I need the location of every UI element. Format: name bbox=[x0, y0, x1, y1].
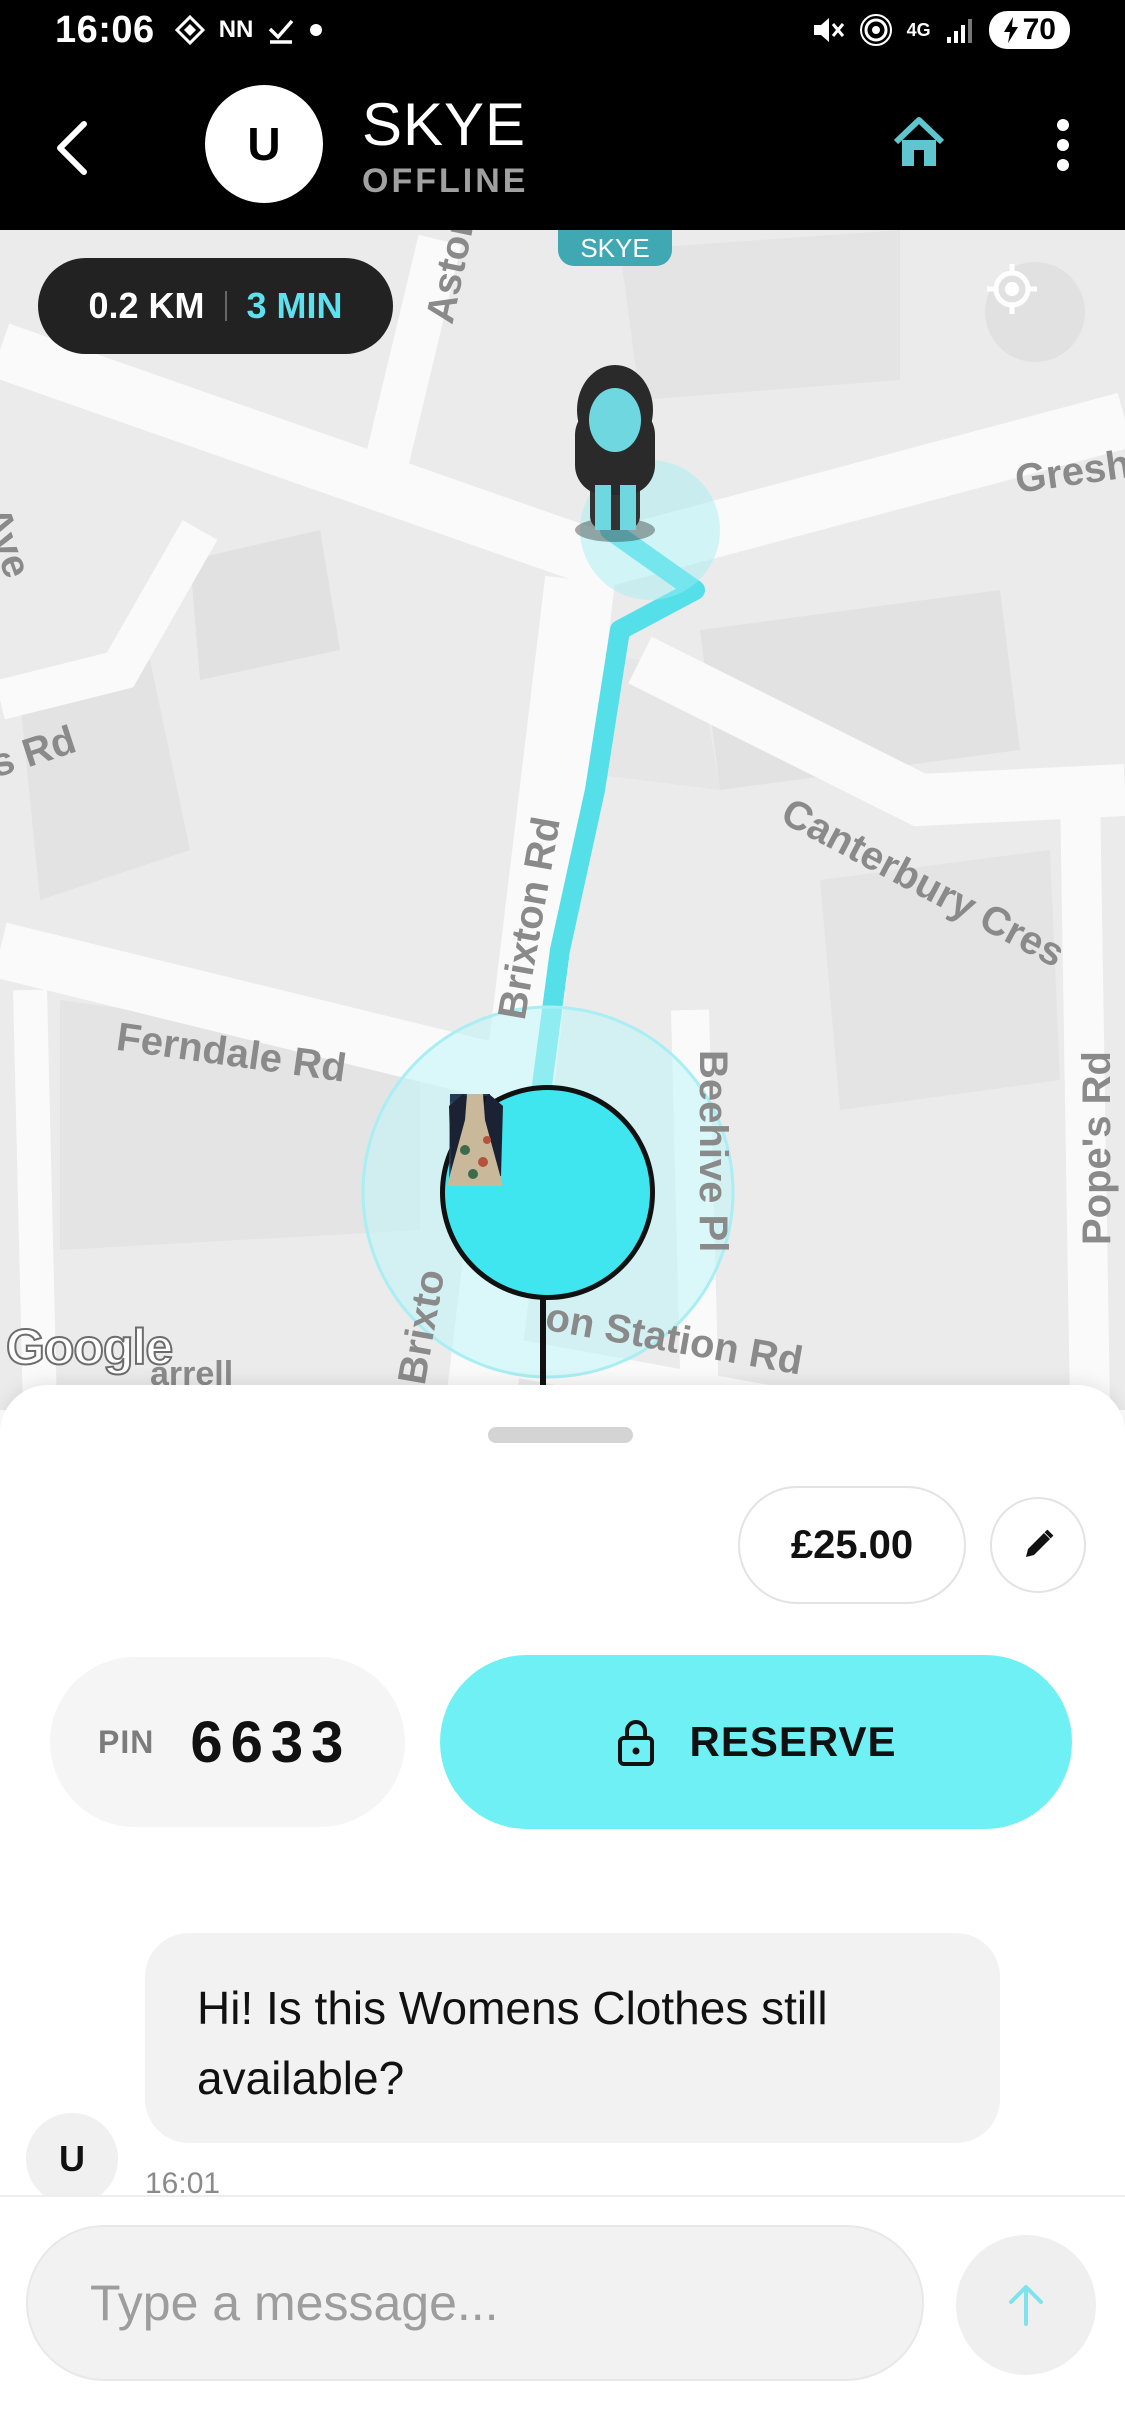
signal-icon bbox=[946, 19, 972, 43]
distance-eta-pill: 0.2 KM 3 MIN bbox=[38, 258, 393, 354]
carrier-label: NN bbox=[218, 16, 254, 43]
street-beehive: Beehive Pl bbox=[691, 1050, 735, 1253]
google-attribution: Google bbox=[5, 1318, 174, 1376]
eta-value: 3 MIN bbox=[246, 285, 343, 326]
courier-tag: SKYE bbox=[558, 230, 672, 266]
send-button[interactable] bbox=[956, 2235, 1096, 2375]
floral-dress-icon bbox=[447, 1094, 503, 1186]
download-check-icon bbox=[269, 19, 294, 44]
crosshair-icon bbox=[987, 264, 1037, 314]
edit-price-button[interactable] bbox=[990, 1497, 1086, 1593]
back-arrow-icon bbox=[57, 121, 87, 175]
status-bar: 16:06 NN 4G 70 bbox=[0, 0, 1125, 60]
reserve-button[interactable]: RESERVE bbox=[440, 1655, 1072, 1829]
pencil-icon bbox=[1026, 1529, 1054, 1557]
map-view[interactable]: SKYE 0.2 KM 3 MIN Astori Gresh s Rd Ave … bbox=[0, 230, 1125, 1410]
battery-level: 70 bbox=[1022, 13, 1056, 46]
recenter-button[interactable] bbox=[985, 262, 1085, 362]
hotspot-icon bbox=[859, 14, 892, 46]
listing-marker[interactable] bbox=[440, 1085, 655, 1300]
more-vertical-icon bbox=[1057, 119, 1069, 171]
message-input[interactable] bbox=[26, 2225, 924, 2381]
battery-indicator: 70 bbox=[988, 11, 1070, 49]
mute-icon bbox=[813, 18, 844, 42]
avatar[interactable]: U bbox=[205, 85, 323, 203]
chat-header: U SKYE OFFLINE bbox=[0, 60, 1125, 230]
dot-icon bbox=[310, 24, 323, 36]
status-left-icons: NN bbox=[174, 15, 324, 45]
diamond-icon bbox=[174, 15, 205, 45]
distance-value: 0.2 KM bbox=[88, 285, 205, 326]
message-composer bbox=[0, 2195, 1125, 2436]
network-type: 4G bbox=[906, 19, 931, 40]
status-right-icons: 4G 70 bbox=[811, 11, 1070, 49]
sheet-drag-handle[interactable] bbox=[488, 1427, 633, 1443]
contact-name: SKYE bbox=[362, 91, 527, 158]
message-bubble[interactable]: Hi! Is this Womens Clothes still availab… bbox=[145, 1933, 1000, 2143]
message-avatar: U bbox=[26, 2113, 118, 2205]
price-pill[interactable]: £25.00 bbox=[738, 1486, 966, 1604]
pin-value: 6633 bbox=[190, 1709, 352, 1775]
back-button[interactable] bbox=[48, 118, 98, 178]
home-button[interactable] bbox=[888, 112, 950, 174]
reserve-label: RESERVE bbox=[689, 1718, 897, 1765]
contact-status: OFFLINE bbox=[362, 162, 529, 200]
pin-label: PIN bbox=[98, 1723, 155, 1760]
more-options-button[interactable] bbox=[1048, 115, 1078, 175]
pin-box: PIN 6633 bbox=[50, 1657, 405, 1827]
separator bbox=[224, 291, 227, 321]
charging-icon bbox=[1003, 17, 1018, 43]
send-arrow-up-icon bbox=[1009, 2285, 1043, 2326]
street-popes: Pope's Rd bbox=[1075, 1051, 1119, 1245]
lock-icon bbox=[617, 1720, 654, 1766]
home-icon bbox=[893, 117, 945, 166]
status-time: 16:06 bbox=[55, 8, 155, 51]
